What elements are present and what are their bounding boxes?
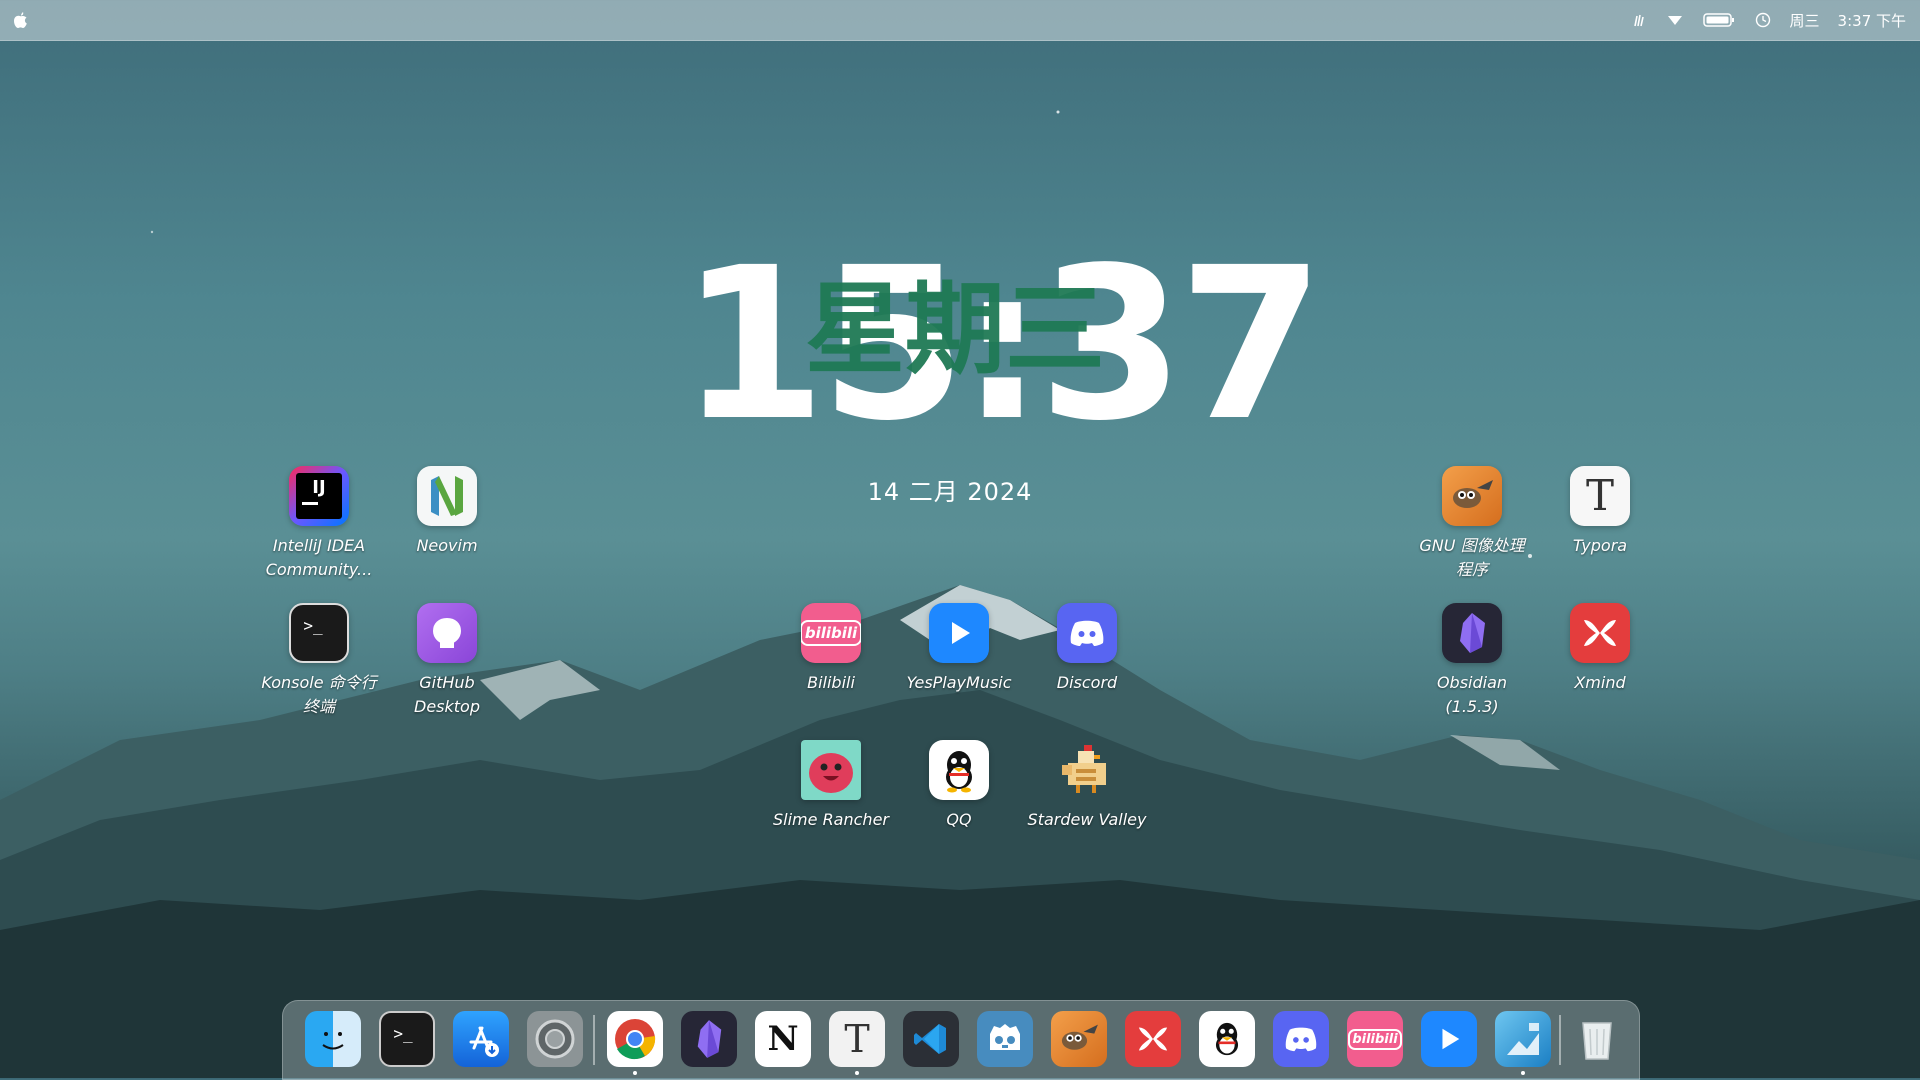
desktop-icon-label: GNU 图像处理程序 [1419,536,1525,579]
wifi-icon[interactable] [1666,11,1684,29]
menubar-time[interactable]: 3:37 下午 [1838,10,1906,31]
settings-icon[interactable] [527,1011,583,1067]
bilibili-icon: bilibili [801,603,861,663]
qq-icon[interactable] [1199,1011,1255,1067]
desktop-icon-discord[interactable]: Discord [1027,603,1147,695]
running-indicator [855,1071,859,1075]
desktop-icon-label: GitHub Desktop [414,673,480,716]
vscode-icon[interactable] [903,1011,959,1067]
finder-icon[interactable] [305,1011,361,1067]
clock-icon[interactable] [1754,11,1772,29]
desktop-icon-qq[interactable]: QQ [899,740,1019,832]
chicken-icon [1057,740,1117,800]
dock: >_ N T bilibili [282,1000,1640,1080]
desktop-icon-label: Bilibili [807,673,855,692]
play-icon[interactable] [1421,1011,1477,1067]
desktop-icon-label: Slime Rancher [773,810,889,829]
top-menubar: 周三 3:37 下午 [0,0,1920,41]
bilibili-icon[interactable]: bilibili [1347,1011,1403,1067]
godot-icon[interactable] [977,1011,1033,1067]
clock-weekday: 星期三 [805,271,1105,388]
desktop-icon-label: Konsole 命令行终端 [261,673,377,716]
desktop-icon-label: Obsidian (1.5.3) [1436,673,1508,716]
desktop-icon-gimp[interactable]: GNU 图像处理程序 [1412,466,1532,582]
terminal-icon[interactable]: >_ [379,1011,435,1067]
dock-separator [593,1015,595,1065]
running-indicator [1521,1071,1525,1075]
desktop-icon-label: IntelliJ IDEA Community... [265,536,373,579]
desktop-icon-slime-rancher[interactable]: Slime Rancher [771,740,891,832]
gimp-icon [1442,466,1502,526]
obsidian-icon[interactable] [681,1011,737,1067]
desktop-icon-yesplaymusic[interactable]: YesPlayMusic [899,603,1019,695]
desktop-icon-label: Typora [1572,536,1628,555]
desktop-icon-obsidian[interactable]: Obsidian (1.5.3) [1412,603,1532,719]
neovim-icon [417,466,477,526]
desktop-icon-typora[interactable]: T Typora [1540,466,1660,558]
gimp-icon[interactable] [1051,1011,1107,1067]
notion-icon[interactable]: N [755,1011,811,1067]
dock-separator [1559,1015,1561,1065]
hand-icon[interactable] [1630,11,1648,29]
desktop-icon-github-desktop[interactable]: GitHub Desktop [387,603,507,719]
play-icon [929,603,989,663]
xmind-icon[interactable] [1125,1011,1181,1067]
intellij-icon: IJ [289,466,349,526]
desktop-icon-intellij[interactable]: IJ IntelliJ IDEA Community... [259,466,379,582]
terminal-icon: >_ [289,603,349,663]
desktop-icon-konsole[interactable]: >_ Konsole 命令行终端 [259,603,379,719]
desktop-icon-label: Neovim [416,536,478,555]
discord-icon [1057,603,1117,663]
trash-icon[interactable] [1569,1011,1625,1067]
desktop-icon-stardew-valley[interactable]: Stardew Valley [1027,740,1147,832]
desktop-icon-xmind[interactable]: Xmind [1540,603,1660,695]
desktop-icon-label: YesPlayMusic [906,673,1012,692]
image-viewer-icon[interactable] [1495,1011,1551,1067]
typora-icon[interactable]: T [829,1011,885,1067]
desktop-icon-label: QQ [946,810,972,829]
desktop-icon-label: Discord [1056,673,1118,692]
github-icon [417,603,477,663]
qq-icon [929,740,989,800]
discord-icon[interactable] [1273,1011,1329,1067]
desktop-icon-neovim[interactable]: Neovim [387,466,507,558]
slime-icon [801,740,861,800]
menubar-weekday[interactable]: 周三 [1790,10,1820,31]
battery-icon[interactable] [1702,11,1736,29]
app-store-icon[interactable] [453,1011,509,1067]
desktop-icon-bilibili[interactable]: bilibili Bilibili [771,603,891,695]
desktop-icon-label: Stardew Valley [1027,810,1147,829]
desktop-icon-label: Xmind [1574,673,1626,692]
running-indicator [633,1071,637,1075]
obsidian-icon [1442,603,1502,663]
xmind-icon [1570,603,1630,663]
typora-icon: T [1570,466,1630,526]
apple-menu-icon[interactable] [12,11,28,29]
chrome-icon[interactable] [607,1011,663,1067]
clock-date: 14 二月 2024 [867,478,1033,506]
